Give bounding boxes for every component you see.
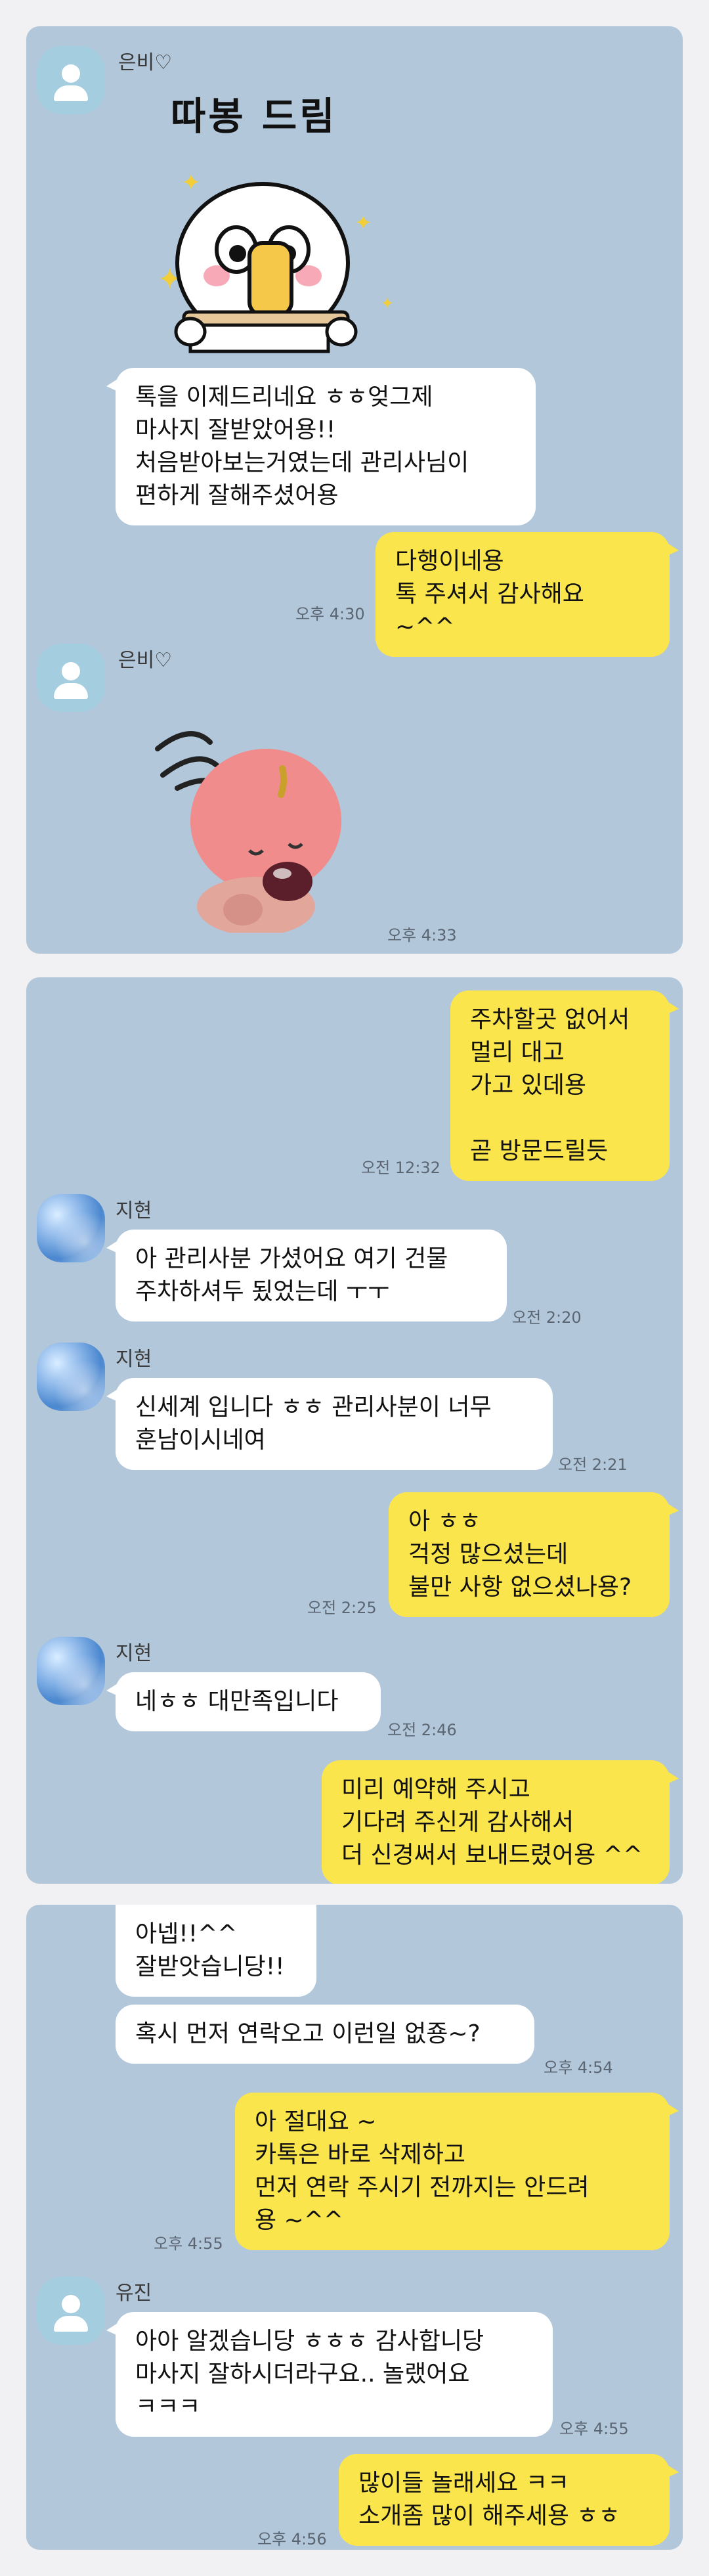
message-time: 오후 4:55: [559, 2420, 629, 2438]
profile-avatar[interactable]: [37, 1343, 105, 1411]
message-bubble-incoming[interactable]: 아넵!!^^ 잘받앗습니당!!: [116, 1905, 316, 1997]
profile-avatar[interactable]: [37, 644, 105, 712]
message-bubble-outgoing[interactable]: 많이들 놀래세요 ㅋㅋ 소개좀 많이 해주세용 ㅎㅎ: [339, 2454, 679, 2546]
thumbs-up-sticker: 따봉 드림 ✦ ✦ ✦ ✦: [118, 85, 394, 361]
message-time: 오전 2:25: [307, 1599, 377, 1617]
profile-avatar[interactable]: [37, 2276, 105, 2345]
chat-screenshot-2: 오전 12:32 주차할곳 없어서 멀리 대고 가고 있데용 곧 방문드릴듯 지…: [26, 977, 683, 1884]
message-bubble-outgoing[interactable]: 아 절대요 ~ 카톡은 바로 삭제하고 먼저 연락 주시기 전까지는 안드려 용…: [235, 2093, 679, 2250]
message-time: 오후 4:55: [154, 2234, 223, 2253]
bowing-beaver-sticker: [151, 709, 348, 936]
message-bubble-incoming[interactable]: 혹시 먼저 연락오고 이런일 없죵~?: [116, 2005, 534, 2064]
svg-text:✦: ✦: [381, 294, 394, 313]
message-time: 오후 4:30: [295, 605, 365, 623]
sender-name: 지현: [116, 1642, 152, 1665]
message-bubble-outgoing[interactable]: 아 ㅎㅎ 걱정 많으셨는데 불만 사항 없으셨나용?: [389, 1492, 679, 1617]
message-time: 오전 12:32: [361, 1159, 440, 1177]
message-bubble-incoming[interactable]: 네ㅎㅎ 대만족입니다: [106, 1672, 381, 1731]
svg-text:✦: ✦: [181, 169, 201, 196]
message-bubble-incoming[interactable]: 톡을 이제드리네요 ㅎㅎ엊그제 마사지 잘받았어용!! 처음받아보는거였는데 관…: [106, 368, 536, 525]
message-bubble-incoming[interactable]: 아아 알겠습니당 ㅎㅎㅎ 감사합니당 마사지 잘하시더라구요.. 놀랬어요 ㅋㅋ…: [106, 2312, 553, 2437]
sender-name: 은비♡: [118, 51, 173, 74]
message-bubble-outgoing[interactable]: 다행이네용 톡 주셔서 감사해요 ~^^: [376, 532, 679, 657]
chat-screenshot-1: 은비♡ 따봉 드림 ✦ ✦ ✦ ✦ 톡을 이제드리네요 ㅎㅎ엊그제 마사지 잘받…: [26, 26, 683, 954]
profile-avatar[interactable]: [37, 1637, 105, 1705]
message-time: 오후 4:54: [544, 2058, 613, 2077]
message-bubble-outgoing[interactable]: 미리 예약해 주시고 기다려 주신게 감사해서 더 신경써서 보내드렸어용 ^^: [322, 1760, 679, 1884]
sender-name: 지현: [116, 1348, 152, 1371]
message-time: 오전 2:21: [558, 1455, 628, 1474]
sender-name: 지현: [116, 1199, 152, 1222]
message-bubble-outgoing[interactable]: 주차할곳 없어서 멀리 대고 가고 있데용 곧 방문드릴듯: [450, 990, 679, 1181]
profile-avatar[interactable]: [37, 1194, 105, 1262]
message-time: 오전 2:20: [512, 1308, 582, 1327]
message-time: 오후 4:33: [387, 926, 457, 944]
message-bubble-incoming[interactable]: 아 관리사분 가셨어요 여기 건물 주차하셔두 됬었는데 ㅜㅜ: [106, 1230, 507, 1321]
sender-name: 은비♡: [118, 649, 173, 672]
message-time: 오전 2:46: [387, 1721, 457, 1739]
message-time: 오후 4:56: [257, 2530, 327, 2548]
chat-screenshot-3: 아넵!!^^ 잘받앗습니당!! 혹시 먼저 연락오고 이런일 없죵~? 오후 4…: [26, 1905, 683, 2550]
svg-text:✦: ✦: [354, 210, 372, 235]
sender-name: 유진: [116, 2282, 152, 2305]
profile-avatar[interactable]: [37, 46, 105, 114]
message-bubble-incoming[interactable]: 신세계 입니다 ㅎㅎ 관리사분이 너무 훈남이시네여: [106, 1378, 553, 1470]
